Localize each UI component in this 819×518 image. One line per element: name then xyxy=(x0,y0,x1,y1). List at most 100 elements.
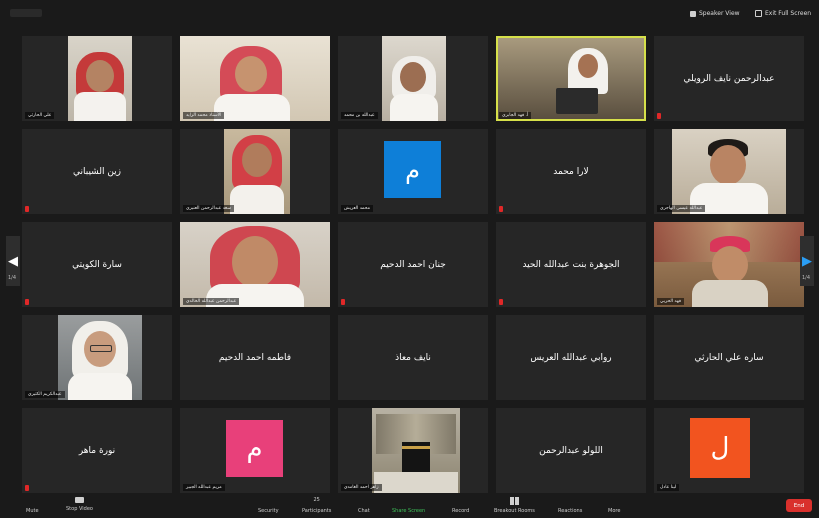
participant-video xyxy=(672,129,786,214)
participant-name-label: عبدالكريم الكثيري xyxy=(25,391,65,398)
participant-video xyxy=(224,129,290,214)
mute-button[interactable]: Mute xyxy=(26,497,39,514)
participant-tile[interactable]: الجوهرة بنت عبدالله الحيد xyxy=(496,222,646,307)
record-label: Record xyxy=(452,508,470,514)
participant-tile[interactable]: عبدالرحمن نايف الرويلي xyxy=(654,36,804,121)
participant-name-label: عبدالله بن محمد xyxy=(341,112,378,119)
participant-avatar: م xyxy=(226,420,283,477)
participant-name-label: سعد عبدالرحمن العنيزي xyxy=(183,205,234,212)
participant-tile[interactable]: م محمد العريش xyxy=(338,129,488,214)
participant-tile[interactable]: روابي عبدالله العريس xyxy=(496,315,646,400)
share-screen-button[interactable]: Share Screen xyxy=(392,497,425,514)
security-label: Security xyxy=(258,508,279,514)
participant-tile[interactable]: عبدالله بن محمد xyxy=(338,36,488,121)
participant-name-label: لينا عادل xyxy=(657,484,680,491)
reactions-label: Reactions xyxy=(558,508,583,514)
participant-name-label: عبدالله عيسى الهاجري xyxy=(657,205,706,212)
participants-button[interactable]: 25 Participants xyxy=(302,497,331,514)
participant-name-label: زاهر احمد الغامدي xyxy=(341,484,382,491)
participant-tile[interactable]: نايف معاذ xyxy=(338,315,488,400)
participant-name: نايف معاذ xyxy=(395,352,431,363)
participant-tile[interactable]: فاطمه احمد الدحيم xyxy=(180,315,330,400)
participant-tile[interactable]: زين الشيباني xyxy=(22,129,172,214)
participant-name: سارة الكويتي xyxy=(72,259,122,270)
speaker-view-button[interactable]: Speaker View xyxy=(690,8,740,19)
participant-tile[interactable]: سعد عبدالرحمن العنيزي xyxy=(180,129,330,214)
participant-name: الجوهرة بنت عبدالله الحيد xyxy=(522,259,620,270)
stop-video-button[interactable]: Stop Video xyxy=(66,497,93,512)
participant-video xyxy=(372,408,460,493)
participant-video xyxy=(498,38,644,119)
exit-full-screen-button[interactable]: Exit Full Screen xyxy=(755,8,811,19)
chat-label: Chat xyxy=(358,508,370,514)
share-screen-icon xyxy=(404,497,414,505)
more-icon xyxy=(609,497,619,505)
muted-mic-icon xyxy=(657,113,661,119)
participant-tile[interactable]: سارة الكويتي xyxy=(22,222,172,307)
record-button[interactable]: Record xyxy=(452,497,469,514)
participant-tile-active-speaker[interactable]: أ. فهد الجابري xyxy=(496,36,646,121)
muted-mic-icon xyxy=(25,206,29,212)
participant-tile[interactable]: عبدالله عيسى الهاجري xyxy=(654,129,804,214)
participant-tile[interactable]: الأستاذ محمد الزايد xyxy=(180,36,330,121)
participant-video xyxy=(180,222,330,307)
breakout-rooms-button[interactable]: Breakout Rooms xyxy=(494,497,535,514)
video-camera-icon xyxy=(74,497,84,503)
muted-mic-icon xyxy=(499,206,503,212)
participant-video xyxy=(180,36,330,121)
participant-video xyxy=(58,315,142,400)
exit-full-screen-icon xyxy=(755,10,762,17)
participant-tile[interactable]: اللولو عبدالرحمن xyxy=(496,408,646,493)
participant-tile[interactable]: عبدالرحمن عبدالله الخالدي xyxy=(180,222,330,307)
participant-tile[interactable]: زاهر احمد الغامدي xyxy=(338,408,488,493)
participants-count: 25 xyxy=(313,497,320,503)
participant-name: زين الشيباني xyxy=(73,166,122,177)
stop-video-label: Stop Video xyxy=(66,506,93,512)
reactions-button[interactable]: Reactions xyxy=(558,497,582,514)
more-label: More xyxy=(608,508,621,514)
page-indicator-left: 1/4 xyxy=(8,275,17,281)
participant-name-label: علي الحارثي xyxy=(25,112,55,119)
speaker-view-icon xyxy=(690,10,696,17)
participant-tile[interactable]: جنان احمد الدحيم xyxy=(338,222,488,307)
share-screen-label: Share Screen xyxy=(392,508,426,514)
participant-name-label: أ. فهد الجابري xyxy=(499,112,532,119)
participants-label: Participants xyxy=(302,508,332,514)
muted-mic-icon xyxy=(25,485,29,491)
participant-tile[interactable]: عبدالكريم الكثيري xyxy=(22,315,172,400)
participant-tile[interactable]: نورة ماهر xyxy=(22,408,172,493)
page-indicator-right: 1/4 xyxy=(802,275,811,281)
chevron-left-icon: ◀ xyxy=(8,253,18,269)
participant-avatar: ل xyxy=(690,418,750,478)
participant-tile[interactable]: فهد الحربي xyxy=(654,222,804,307)
muted-mic-icon xyxy=(341,299,345,305)
participant-name: اللولو عبدالرحمن xyxy=(539,445,603,456)
chat-icon xyxy=(359,497,369,505)
end-meeting-button[interactable]: End xyxy=(786,499,812,512)
participant-video xyxy=(654,222,804,307)
chevron-right-icon: ▶ xyxy=(802,253,812,269)
participant-tile[interactable]: م مريم عبدالله الجبير xyxy=(180,408,330,493)
muted-mic-icon xyxy=(499,299,503,305)
chat-button[interactable]: Chat xyxy=(358,497,370,514)
participant-name: عبدالرحمن نايف الرويلي xyxy=(683,73,775,84)
security-status-icon[interactable] xyxy=(10,9,42,17)
participant-name: ساره علي الحارثي xyxy=(694,352,764,363)
participant-tile[interactable]: علي الحارثي xyxy=(22,36,172,121)
participant-tile[interactable]: ساره علي الحارثي xyxy=(654,315,804,400)
more-button[interactable]: More xyxy=(608,497,620,514)
participant-tile[interactable]: ل لينا عادل xyxy=(654,408,804,493)
participant-name-label: فهد الحربي xyxy=(657,298,685,305)
meeting-toolbar: Mute Stop Video Security 25 Participants… xyxy=(0,494,819,518)
participant-video xyxy=(382,36,446,121)
participant-tile[interactable]: لارا محمد xyxy=(496,129,646,214)
muted-mic-icon xyxy=(25,299,29,305)
breakout-rooms-icon xyxy=(509,497,519,505)
participant-name: فاطمه احمد الدحيم xyxy=(218,352,292,363)
mute-label: Mute xyxy=(26,508,39,514)
security-button[interactable]: Security xyxy=(258,497,279,514)
microphone-icon xyxy=(27,497,37,505)
breakout-rooms-label: Breakout Rooms xyxy=(494,508,535,514)
participant-name: لارا محمد xyxy=(553,166,589,177)
participant-name: جنان احمد الدحيم xyxy=(380,259,446,270)
